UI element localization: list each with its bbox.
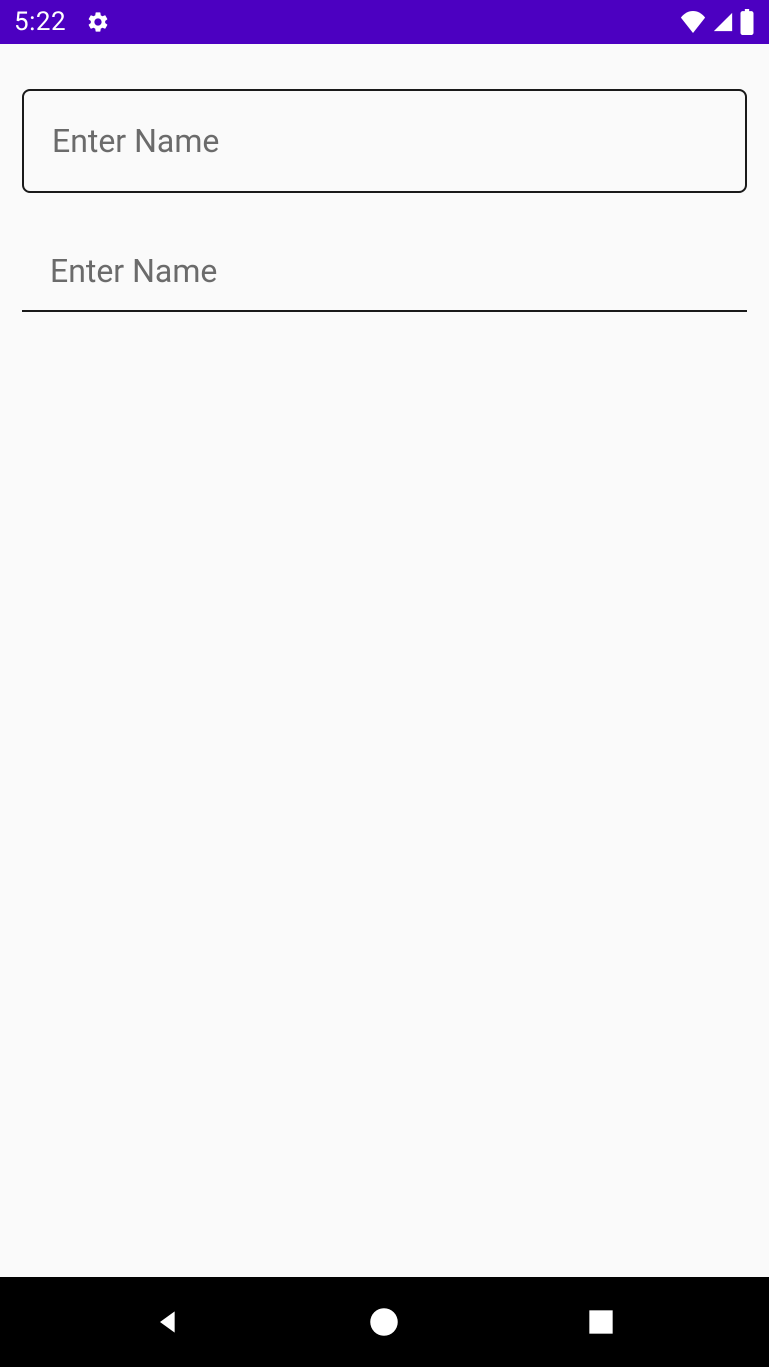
- square-icon: [587, 1308, 615, 1336]
- gear-icon: [86, 10, 110, 34]
- recent-apps-button[interactable]: [541, 1292, 661, 1352]
- battery-icon: [739, 9, 755, 35]
- back-icon: [152, 1306, 184, 1338]
- status-time: 5:22: [14, 7, 66, 37]
- home-icon: [369, 1307, 399, 1337]
- content-area: [0, 44, 769, 312]
- name-input-underlined[interactable]: [22, 208, 747, 312]
- name-input-outlined[interactable]: [22, 89, 747, 193]
- status-bar: 5:22: [0, 0, 769, 44]
- home-button[interactable]: [324, 1292, 444, 1352]
- navigation-bar: [0, 1277, 769, 1367]
- status-left: 5:22: [14, 7, 110, 37]
- cellular-icon: [711, 11, 735, 33]
- back-button[interactable]: [108, 1292, 228, 1352]
- status-right: [679, 9, 755, 35]
- wifi-icon: [679, 11, 707, 33]
